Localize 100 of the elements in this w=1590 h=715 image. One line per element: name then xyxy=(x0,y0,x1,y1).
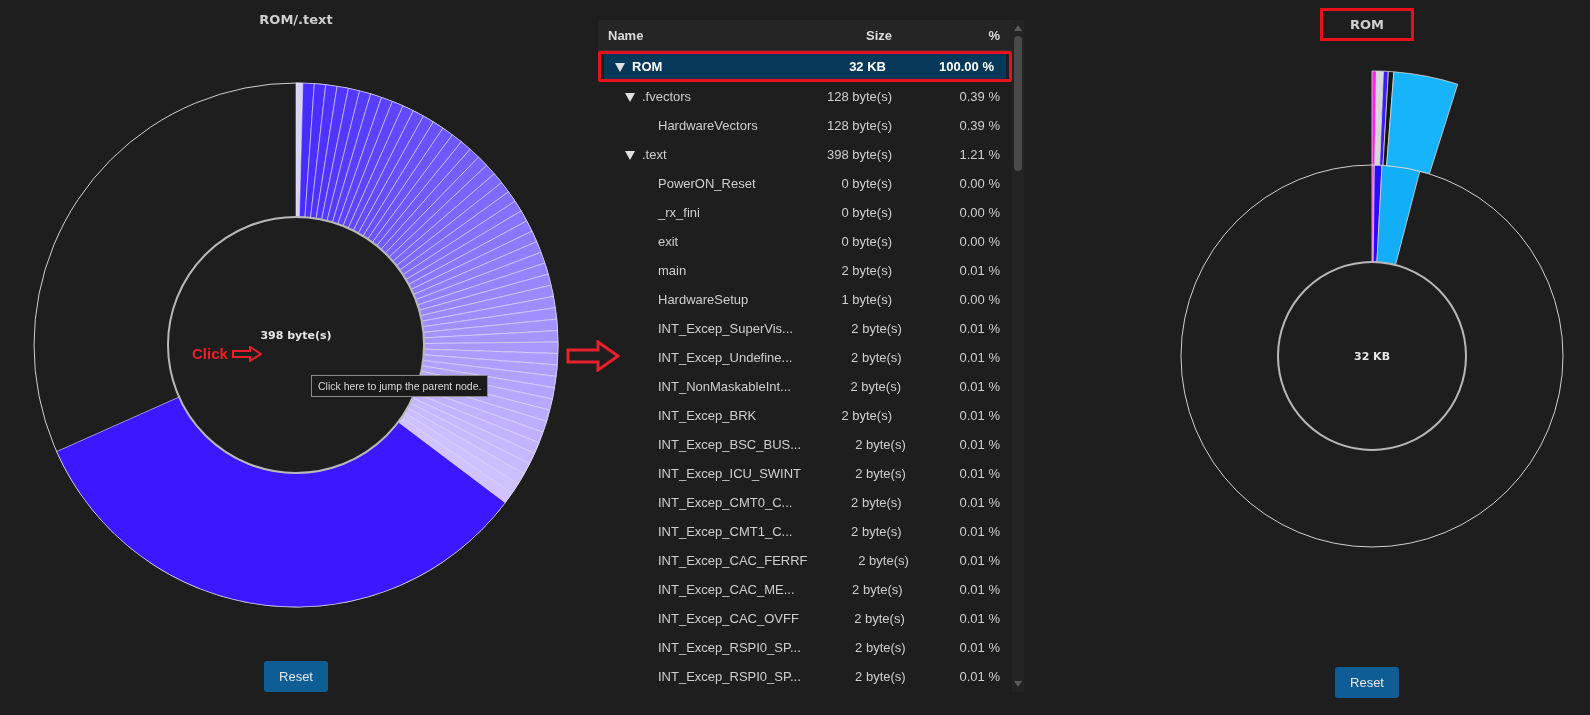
row-size: 2 byte(s) xyxy=(854,466,906,481)
tree-row[interactable]: INT_Excep_CMT1_C... 2 byte(s) 0.01 % xyxy=(598,517,1012,546)
reset-button[interactable]: Reset xyxy=(264,661,328,692)
tree-row[interactable]: INT_NonMaskableInt... 2 byte(s) 0.01 % xyxy=(598,372,1012,401)
row-name: INT_Excep_Undefine... xyxy=(658,350,793,365)
tree-row[interactable]: INT_Excep_CMT0_C... 2 byte(s) 0.01 % xyxy=(598,488,1012,517)
row-name: INT_Excep_CAC_FERRF xyxy=(658,553,808,568)
chart-title: ROM/.text xyxy=(259,12,333,27)
column-header[interactable]: Name xyxy=(598,27,772,43)
row-size: 2 byte(s) xyxy=(854,669,906,684)
tree-row[interactable]: .text 398 byte(s) 1.21 % xyxy=(598,140,1012,169)
row-percent: 100.00 % xyxy=(938,59,995,74)
row-percent: 0.39 % xyxy=(958,89,1001,104)
row-percent: 0.01 % xyxy=(958,669,1001,684)
row-percent: 0.01 % xyxy=(958,495,1001,510)
sunburst-drawing[interactable] xyxy=(1180,70,1564,548)
row-name: .fvectors xyxy=(642,89,692,104)
row-percent: 0.01 % xyxy=(958,350,1001,365)
tree-row[interactable]: HardwareVectors 128 byte(s) 0.39 % xyxy=(598,111,1012,140)
tooltip: Click here to jump the parent node. xyxy=(311,375,489,397)
column-header[interactable]: % xyxy=(892,27,1012,43)
row-name: INT_NonMaskableInt... xyxy=(658,379,791,394)
tree-row[interactable]: INT_Excep_ICU_SWINT 2 byte(s) 0.01 % xyxy=(598,459,1012,488)
row-name: INT_Excep_RSPI0_SP... xyxy=(658,640,801,655)
row-size: 2 byte(s) xyxy=(857,553,909,568)
tree-row[interactable]: INT_Excep_RSPI0_SP... 2 byte(s) 0.01 % xyxy=(598,662,1012,691)
row-name: INT_Excep_CMT0_C... xyxy=(658,495,793,510)
row-size: 0 byte(s) xyxy=(840,205,892,220)
row-size: 0 byte(s) xyxy=(840,176,892,191)
row-name: INT_Excep_CAC_ME... xyxy=(658,582,795,597)
row-name: INT_Excep_ICU_SWINT xyxy=(658,466,802,481)
tree-row[interactable]: INT_Excep_BSC_BUS... 2 byte(s) 0.01 % xyxy=(598,430,1012,459)
center-label[interactable]: 32 KB xyxy=(1354,349,1390,363)
tree-row[interactable]: HardwareSetup 1 byte(s) 0.00 % xyxy=(598,285,1012,314)
tree-row[interactable]: _rx_fini 0 byte(s) 0.00 % xyxy=(598,198,1012,227)
row-percent: 0.01 % xyxy=(958,437,1001,452)
tree-row[interactable]: INT_Excep_RSPI0_SP... 2 byte(s) 0.01 % xyxy=(598,633,1012,662)
row-percent: 0.00 % xyxy=(958,234,1001,249)
row-name: main xyxy=(658,263,687,278)
row-size: 2 byte(s) xyxy=(851,582,903,597)
arrow-icon xyxy=(566,340,620,372)
row-name: HardwareSetup xyxy=(658,292,749,307)
row-percent: 0.01 % xyxy=(958,379,1001,394)
row-percent: 0.01 % xyxy=(958,640,1001,655)
expand-toggle-icon[interactable] xyxy=(624,148,636,161)
row-name: INT_Excep_CMT1_C... xyxy=(658,524,793,539)
scrollbar-thumb[interactable] xyxy=(1014,36,1022,171)
row-percent: 0.00 % xyxy=(958,292,1001,307)
row-size: 128 byte(s) xyxy=(825,89,892,104)
row-size: 2 byte(s) xyxy=(854,437,906,452)
row-percent: 0.00 % xyxy=(958,205,1001,220)
row-name: INT_Excep_SuperVis... xyxy=(658,321,793,336)
sunburst-drawing[interactable] xyxy=(33,82,559,608)
tree-row[interactable]: INT_Excep_CAC_ME... 2 byte(s) 0.01 % xyxy=(598,575,1012,604)
center-label[interactable]: 398 byte(s) xyxy=(260,328,332,342)
expand-toggle-icon[interactable] xyxy=(614,60,626,73)
tree-row[interactable]: INT_Excep_CAC_FERRF 2 byte(s) 0.01 % xyxy=(598,546,1012,575)
row-name: .text xyxy=(642,147,667,162)
row-percent: 0.39 % xyxy=(958,118,1001,133)
row-percent: 0.01 % xyxy=(958,611,1001,626)
row-percent: 0.01 % xyxy=(958,582,1001,597)
row-size: 398 byte(s) xyxy=(825,147,892,162)
row-name: _rx_fini xyxy=(658,205,700,220)
tree-row[interactable]: .fvectors 128 byte(s) 0.39 % xyxy=(598,82,1012,111)
arrow-icon xyxy=(231,345,262,362)
tree-row[interactable]: PowerON_Reset 0 byte(s) 0.00 % xyxy=(598,169,1012,198)
row-name: INT_Excep_RSPI0_SP... xyxy=(658,669,801,684)
chart-title: ROM xyxy=(1350,17,1384,32)
row-name: exit xyxy=(658,234,679,249)
row-size: 128 byte(s) xyxy=(825,118,892,133)
row-name: INT_Excep_BSC_BUS... xyxy=(658,437,802,452)
row-size: 2 byte(s) xyxy=(840,408,892,423)
row-size: 2 byte(s) xyxy=(850,321,902,336)
row-percent: 0.01 % xyxy=(958,524,1001,539)
row-percent: 0.01 % xyxy=(958,263,1001,278)
row-name: ROM xyxy=(632,59,663,74)
tree-row[interactable]: INT_Excep_BRK 2 byte(s) 0.01 % xyxy=(598,401,1012,430)
row-size: 2 byte(s) xyxy=(850,524,902,539)
row-percent: 0.00 % xyxy=(958,176,1001,191)
row-size: 1 byte(s) xyxy=(840,292,892,307)
row-size: 2 byte(s) xyxy=(854,640,906,655)
row-name: PowerON_Reset xyxy=(658,176,756,191)
column-header[interactable]: Size xyxy=(772,27,892,43)
reset-button[interactable]: Reset xyxy=(1335,667,1399,698)
row-size: 2 byte(s) xyxy=(849,379,901,394)
row-size: 2 byte(s) xyxy=(853,611,905,626)
annotation-label: Click xyxy=(192,345,228,362)
tree-row[interactable]: INT_Excep_Undefine... 2 byte(s) 0.01 % xyxy=(598,343,1012,372)
scrollbar[interactable] xyxy=(1012,20,1024,692)
expand-toggle-icon[interactable] xyxy=(624,90,636,103)
row-size: 0 byte(s) xyxy=(840,234,892,249)
tree-row[interactable]: INT_Excep_CAC_OVFF 2 byte(s) 0.01 % xyxy=(598,604,1012,633)
row-size: 2 byte(s) xyxy=(840,263,892,278)
row-name: INT_Excep_CAC_OVFF xyxy=(658,611,799,626)
row-percent: 0.01 % xyxy=(958,553,1001,568)
row-size: 32 KB xyxy=(848,59,886,74)
row-size: 2 byte(s) xyxy=(850,350,902,365)
tree-row[interactable]: INT_Excep_SuperVis... 2 byte(s) 0.01 % xyxy=(598,314,1012,343)
tree-row[interactable]: exit 0 byte(s) 0.00 % xyxy=(598,227,1012,256)
tree-row[interactable]: main 2 byte(s) 0.01 % xyxy=(598,256,1012,285)
